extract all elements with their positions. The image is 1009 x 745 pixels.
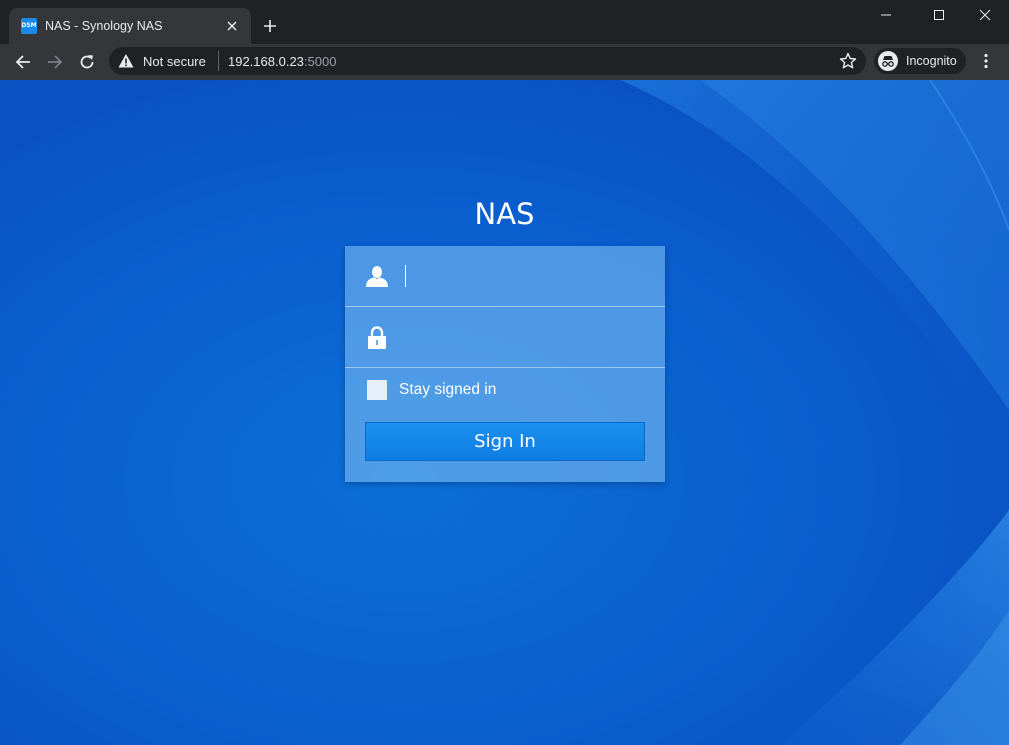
new-tab-button[interactable] [258, 14, 282, 38]
browser-title-bar: DSM NAS - Synology NAS [0, 0, 1009, 44]
forward-button[interactable] [41, 48, 69, 76]
incognito-label: Incognito [906, 54, 957, 68]
login-panel: Stay signed in Sign In [345, 246, 665, 482]
minimize-button[interactable] [863, 0, 909, 30]
stay-signed-in-label[interactable]: Stay signed in [399, 381, 496, 399]
browser-menu-button[interactable] [976, 51, 996, 71]
lock-icon [368, 326, 386, 349]
url-host: 192.168.0.23 [228, 54, 304, 69]
arrow-left-icon [15, 55, 30, 69]
more-vertical-icon [984, 53, 988, 69]
address-separator [218, 51, 219, 71]
text-cursor [405, 265, 406, 287]
browser-tab[interactable]: DSM NAS - Synology NAS [9, 8, 251, 44]
user-icon [366, 266, 388, 287]
incognito-icon [878, 51, 898, 71]
bookmark-star-icon[interactable] [838, 51, 858, 71]
close-icon [979, 9, 991, 21]
minimize-icon [881, 14, 891, 16]
password-input[interactable] [403, 322, 653, 352]
tab-close-button[interactable] [223, 17, 241, 35]
maximize-icon [934, 10, 944, 20]
reload-icon [80, 55, 94, 69]
login-page: NAS Stay signed in Sign In [0, 80, 1009, 745]
reload-button[interactable] [73, 48, 101, 76]
tab-title: NAS - Synology NAS [45, 19, 163, 33]
url-text[interactable]: 192.168.0.23:5000 [228, 54, 336, 69]
username-input[interactable] [403, 261, 653, 291]
address-bar[interactable] [109, 47, 866, 75]
username-row[interactable] [345, 246, 665, 307]
back-button[interactable] [9, 48, 37, 76]
close-icon [227, 21, 237, 31]
arrow-right-icon [48, 55, 63, 69]
window-close-button[interactable] [962, 0, 1008, 30]
stay-signed-in-checkbox[interactable] [367, 380, 387, 400]
plus-icon [264, 20, 276, 32]
dsm-favicon-icon: DSM [21, 18, 37, 34]
sign-in-button[interactable]: Sign In [365, 422, 645, 461]
security-status-label[interactable]: Not secure [143, 54, 206, 69]
login-title: NAS [474, 197, 535, 231]
password-row[interactable] [345, 307, 665, 368]
warning-icon[interactable] [118, 53, 134, 69]
incognito-profile-button[interactable]: Incognito [874, 48, 966, 74]
url-port: :5000 [303, 54, 337, 69]
maximize-button[interactable] [916, 0, 962, 30]
